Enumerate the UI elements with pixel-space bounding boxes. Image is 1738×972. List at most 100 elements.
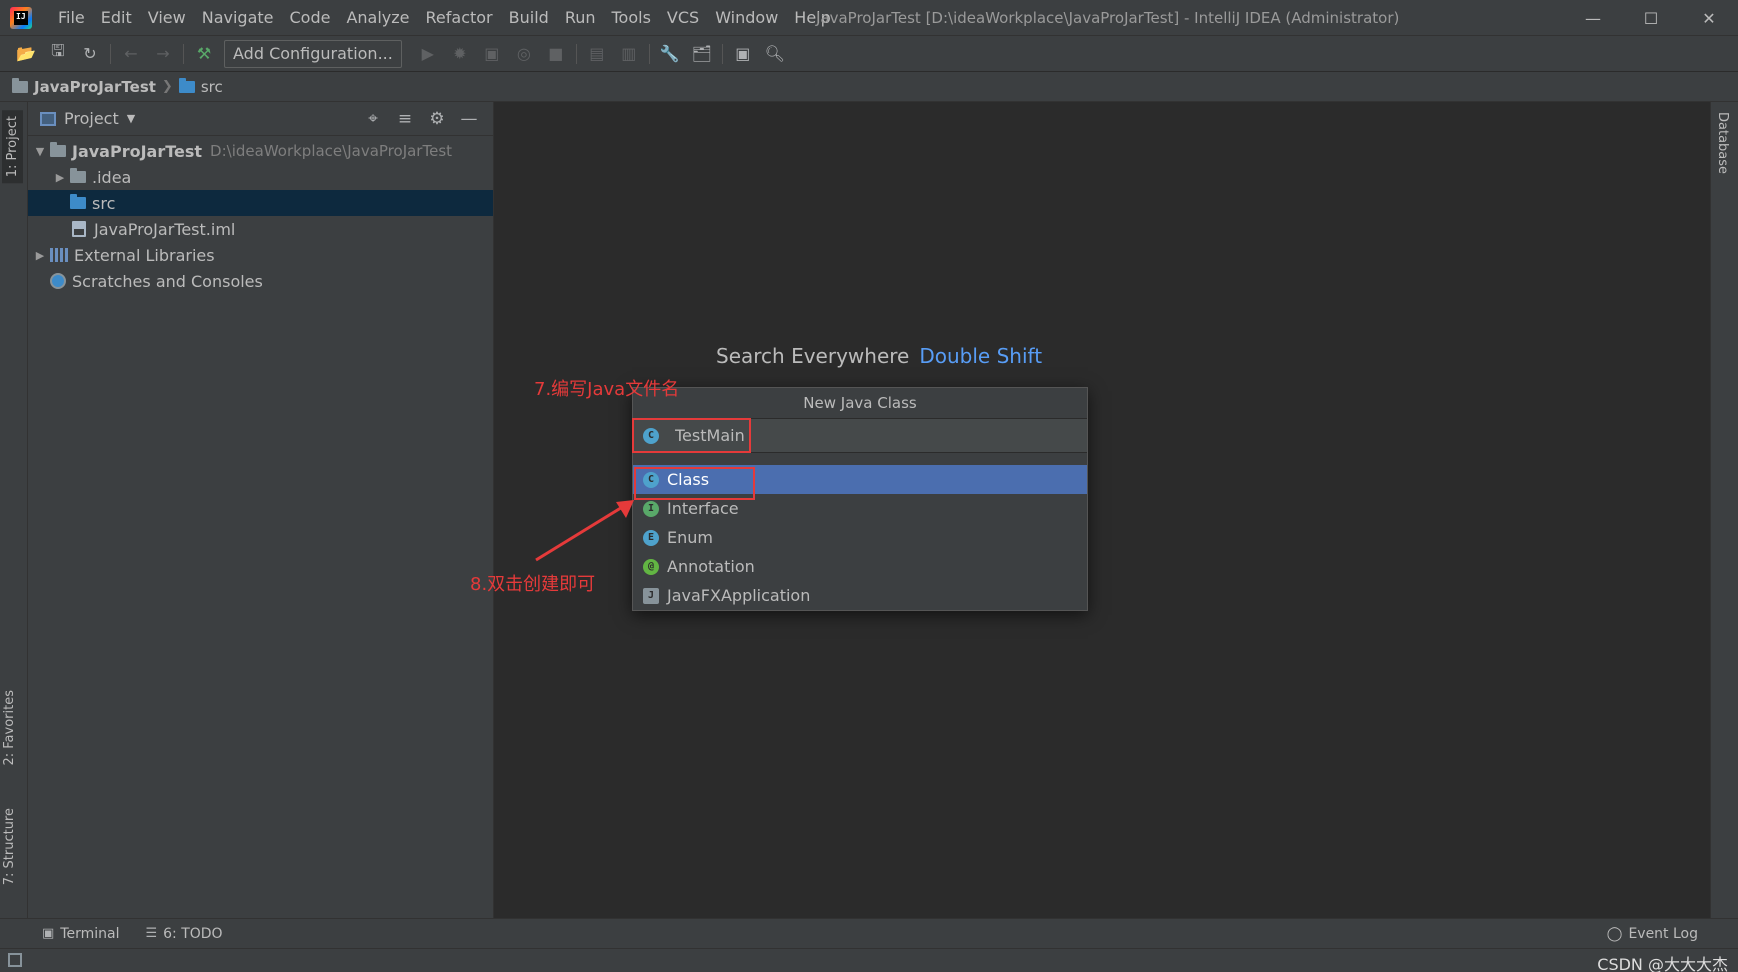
add-configuration-button[interactable]: Add Configuration... <box>224 39 402 68</box>
search-everywhere-hint: Search Everywhere Double Shift <box>716 344 1042 368</box>
enum-icon: E <box>643 529 659 546</box>
tab-favorites-label: 2: Favorites <box>2 690 17 766</box>
tree-src-label: src <box>92 193 116 213</box>
build-hammer-icon[interactable]: ⚒ <box>188 40 220 68</box>
kind-item-enum[interactable]: E Enum <box>633 523 1087 552</box>
menu-code[interactable]: Code <box>282 0 339 36</box>
toolbar-separator <box>648 43 650 64</box>
tree-item-scratches[interactable]: Scratches and Consoles <box>28 268 493 294</box>
collapse-all-icon[interactable]: ≡ <box>389 109 421 129</box>
minimize-icon[interactable]: — <box>1564 0 1622 36</box>
maximize-icon[interactable]: ☐ <box>1622 0 1680 36</box>
tab-database[interactable]: Database <box>1715 112 1730 174</box>
kind-interface-label: Interface <box>667 499 739 518</box>
interface-icon: I <box>643 500 659 517</box>
toolbar-separator <box>575 43 577 64</box>
tree-libraries-label: External Libraries <box>74 245 215 265</box>
window-controls: — ☐ ✕ <box>1564 0 1738 36</box>
status-bar: CSDN @大大大杰 <box>0 948 1738 972</box>
annotation-step8: 8.双击创建即可 <box>470 574 596 595</box>
menu-window[interactable]: Window <box>707 0 786 36</box>
breadcrumb-project[interactable]: JavaProJarTest <box>12 77 156 96</box>
coverage-icon[interactable]: ▣ <box>476 40 508 68</box>
project-structure-icon[interactable]: 🗂 <box>686 40 718 68</box>
tab-todo[interactable]: ☰ 6: TODO <box>145 926 222 942</box>
iml-file-icon <box>72 221 86 237</box>
stop-icon[interactable]: ■ <box>540 40 572 68</box>
menu-run[interactable]: Run <box>557 0 604 36</box>
forward-arrow-icon[interactable]: → <box>147 40 179 68</box>
locate-target-icon[interactable]: ⌖ <box>357 109 389 129</box>
tab-terminal-label: Terminal <box>60 925 120 942</box>
collapsed-arrow-icon[interactable]: ▶ <box>50 171 70 184</box>
tree-item-root[interactable]: ▼ JavaProJarTest D:\ideaWorkplace\JavaPr… <box>28 138 493 164</box>
menu-refactor[interactable]: Refactor <box>418 0 501 36</box>
highlight-class-box <box>634 467 755 500</box>
tree-root-label: JavaProJarTest <box>72 141 203 161</box>
javafx-icon: J <box>643 587 659 604</box>
project-folder-icon <box>50 142 66 157</box>
open-folder-icon[interactable]: 📂 <box>10 40 42 68</box>
collapsed-arrow-icon[interactable]: ▶ <box>30 249 50 262</box>
menu-vcs[interactable]: VCS <box>659 0 707 36</box>
kind-enum-label: Enum <box>667 528 713 547</box>
menu-view[interactable]: View <box>140 0 194 36</box>
tab-structure[interactable]: 7: Structure <box>2 808 17 885</box>
tree-item-src[interactable]: src <box>28 190 493 216</box>
breadcrumb-src[interactable]: src <box>178 77 223 96</box>
tab-terminal[interactable]: ▣ Terminal <box>42 926 119 942</box>
event-log-button[interactable]: ◯ Event Log <box>1607 919 1698 949</box>
tree-item-external-libraries[interactable]: ▶ External Libraries <box>28 242 493 268</box>
terminal-icon: ▣ <box>42 926 55 941</box>
intellij-logo-icon: IJ <box>10 6 32 29</box>
kind-item-javafx[interactable]: J JavaFXApplication <box>633 581 1087 610</box>
project-panel-actions: ⌖ ≡ ⚙ — <box>357 102 485 136</box>
expanded-arrow-icon[interactable]: ▼ <box>30 145 50 158</box>
profile-icon[interactable]: ◎ <box>508 40 540 68</box>
breadcrumb-src-label: src <box>200 77 223 96</box>
annotation-arrow-icon <box>535 500 634 562</box>
attach-debugger-icon[interactable]: ▤ <box>581 40 613 68</box>
dialog-title: New Java Class <box>633 388 1087 419</box>
breadcrumb-chevron-icon: ❯ <box>161 79 173 94</box>
kind-item-annotation[interactable]: @ Annotation <box>633 552 1087 581</box>
menu-tools[interactable]: Tools <box>604 0 659 36</box>
right-tool-strip: Database <box>1710 102 1738 918</box>
project-view-icon <box>40 111 56 126</box>
run-icon[interactable]: ▶ <box>412 40 444 68</box>
search-icon[interactable]: 🔍︎ <box>759 40 791 68</box>
tab-project-label: 1: Project <box>5 116 20 178</box>
tree-item-idea[interactable]: ▶ .idea <box>28 164 493 190</box>
menu-edit[interactable]: Edit <box>93 0 140 36</box>
library-icon <box>50 248 68 262</box>
toggle-tool-windows-icon[interactable] <box>8 953 22 967</box>
main-toolbar: 📂 🖫 ↻ ← → ⚒ Add Configuration... ▶ ✹ ▣ ◎… <box>0 36 1738 72</box>
project-panel-header: Project ▼ ⌖ ≡ ⚙ — <box>28 102 493 136</box>
menu-build[interactable]: Build <box>501 0 557 36</box>
menu-navigate[interactable]: Navigate <box>194 0 282 36</box>
gear-icon[interactable]: ⚙ <box>421 109 453 129</box>
kind-annotation-label: Annotation <box>667 557 755 576</box>
tree-item-iml[interactable]: JavaProJarTest.iml <box>28 216 493 242</box>
tree-iml-label: JavaProJarTest.iml <box>94 219 236 239</box>
tab-project[interactable]: 1: Project <box>2 110 23 184</box>
project-tree: ▼ JavaProJarTest D:\ideaWorkplace\JavaPr… <box>28 136 493 294</box>
breadcrumb-project-label: JavaProJarTest <box>34 77 156 96</box>
tab-favorites[interactable]: 2: Favorites <box>2 690 17 766</box>
bottom-tool-bar: ▣ Terminal ☰ 6: TODO ◯ Event Log <box>0 918 1738 948</box>
todo-list-icon: ☰ <box>145 926 158 941</box>
close-icon[interactable]: ✕ <box>1680 0 1738 36</box>
tree-root-path: D:\ideaWorkplace\JavaProJarTest <box>210 142 453 160</box>
debug-icon[interactable]: ✹ <box>444 40 476 68</box>
settings-wrench-icon[interactable]: 🔧 <box>654 40 686 68</box>
chevron-down-icon: ▼ <box>126 112 136 125</box>
run-anything-icon[interactable]: ▥ <box>613 40 645 68</box>
save-icon[interactable]: 🖫 <box>42 40 74 68</box>
project-view-selector[interactable]: Project ▼ <box>40 109 135 128</box>
menu-analyze[interactable]: Analyze <box>338 0 417 36</box>
terminal-window-icon[interactable]: ▣ <box>727 40 759 68</box>
sync-icon[interactable]: ↻ <box>74 40 106 68</box>
back-arrow-icon[interactable]: ← <box>115 40 147 68</box>
hide-panel-icon[interactable]: — <box>453 109 485 129</box>
menu-file[interactable]: File <box>50 0 93 36</box>
